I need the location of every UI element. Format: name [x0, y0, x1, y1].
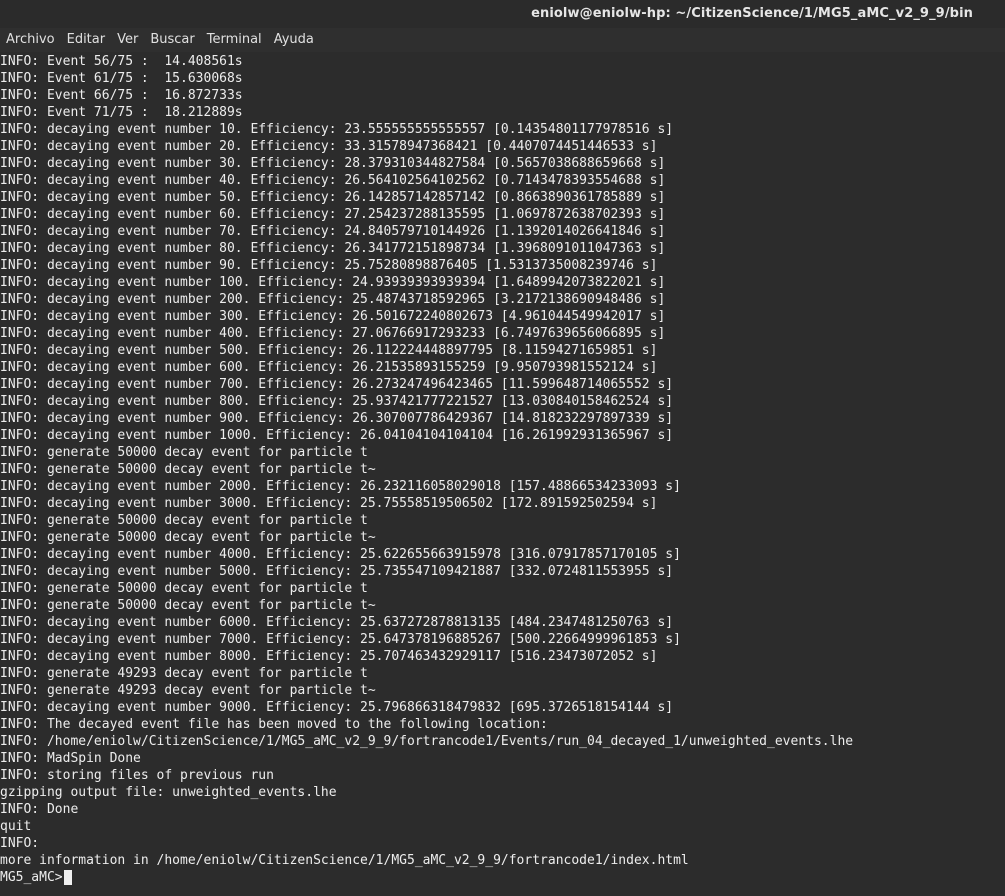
- terminal-line: INFO: decaying event number 60. Efficien…: [0, 207, 666, 222]
- terminal-output: INFO: Event 56/75 : 14.408561s INFO: Even…: [0, 52, 1005, 869]
- terminal-line: INFO: decaying event number 7000. Effici…: [0, 632, 681, 647]
- terminal-line: INFO: decaying event number 50. Efficien…: [0, 190, 666, 205]
- terminal-line: INFO: generate 50000 decay event for par…: [0, 513, 368, 528]
- menu-bar: Archivo Editar Ver Buscar Terminal Ayuda: [0, 28, 1005, 52]
- shell-prompt: MG5_aMC>: [0, 870, 63, 885]
- terminal-line: INFO: decaying event number 600. Efficie…: [0, 360, 658, 375]
- terminal-line: INFO: generate 50000 decay event for par…: [0, 445, 368, 460]
- terminal-line: INFO: The decayed event file has been mo…: [0, 717, 548, 732]
- terminal-line: INFO: decaying event number 40. Efficien…: [0, 173, 666, 188]
- terminal-line: INFO: decaying event number 100. Efficie…: [0, 275, 666, 290]
- terminal-line: INFO: decaying event number 800. Efficie…: [0, 394, 674, 409]
- menu-buscar[interactable]: Buscar: [144, 29, 200, 51]
- terminal-line: INFO: /home/eniolw/CitizenScience/1/MG5_…: [0, 734, 854, 749]
- window-titlebar[interactable]: eniolw@eniolw-hp: ~/CitizenScience/1/MG5…: [0, 0, 1005, 28]
- menu-ver[interactable]: Ver: [111, 29, 144, 51]
- terminal-line: INFO: Event 61/75 : 15.630068s: [0, 71, 243, 86]
- terminal-line: INFO: generate 49293 decay event for par…: [0, 683, 376, 698]
- terminal-line: INFO: decaying event number 400. Efficie…: [0, 326, 666, 341]
- terminal-line: INFO: generate 50000 decay event for par…: [0, 462, 376, 477]
- terminal-line: INFO: Event 56/75 : 14.408561s: [0, 54, 243, 69]
- terminal-line: INFO:: [0, 836, 47, 851]
- terminal-line: INFO: decaying event number 80. Efficien…: [0, 241, 666, 256]
- menu-terminal[interactable]: Terminal: [201, 29, 268, 51]
- terminal-line: INFO: decaying event number 20. Efficien…: [0, 139, 658, 154]
- terminal-line: INFO: decaying event number 500. Efficie…: [0, 343, 658, 358]
- terminal-line: INFO: generate 49293 decay event for par…: [0, 666, 368, 681]
- terminal-line: INFO: decaying event number 300. Efficie…: [0, 309, 666, 324]
- terminal-line: INFO: generate 50000 decay event for par…: [0, 598, 376, 613]
- window-title: eniolw@eniolw-hp: ~/CitizenScience/1/MG5…: [531, 6, 973, 21]
- terminal-line: INFO: decaying event number 2000. Effici…: [0, 479, 681, 494]
- terminal-line: INFO: decaying event number 30. Efficien…: [0, 156, 666, 171]
- terminal-line: INFO: MadSpin Done: [0, 751, 141, 766]
- terminal-line: INFO: decaying event number 9000. Effici…: [0, 700, 674, 715]
- terminal-line: gzipping output file: unweighted_events.…: [0, 785, 337, 800]
- terminal-line: INFO: decaying event number 5000. Effici…: [0, 564, 674, 579]
- terminal-line: INFO: decaying event number 8000. Effici…: [0, 649, 658, 664]
- menu-ayuda[interactable]: Ayuda: [268, 29, 320, 51]
- menu-editar[interactable]: Editar: [61, 29, 112, 51]
- terminal-line: more information in /home/eniolw/Citizen…: [0, 853, 689, 868]
- terminal-line: INFO: generate 50000 decay event for par…: [0, 530, 376, 545]
- terminal-line: INFO: decaying event number 10. Efficien…: [0, 122, 674, 137]
- menu-archivo[interactable]: Archivo: [0, 29, 61, 51]
- terminal-line: INFO: storing files of previous run: [0, 768, 274, 783]
- terminal-line: INFO: decaying event number 4000. Effici…: [0, 547, 681, 562]
- terminal-line: INFO: Event 66/75 : 16.872733s: [0, 88, 243, 103]
- terminal-line: INFO: decaying event number 70. Efficien…: [0, 224, 666, 239]
- terminal-line: INFO: generate 50000 decay event for par…: [0, 581, 368, 596]
- terminal-line: INFO: Done: [0, 802, 79, 817]
- terminal-line: INFO: decaying event number 900. Efficie…: [0, 411, 674, 426]
- text-cursor: [63, 870, 72, 885]
- terminal-line: INFO: Event 71/75 : 18.212889s: [0, 105, 243, 120]
- terminal-area[interactable]: INFO: Event 56/75 : 14.408561s INFO: Even…: [0, 52, 1005, 896]
- prompt-line[interactable]: MG5_aMC>: [0, 869, 1005, 886]
- terminal-line: INFO: decaying event number 3000. Effici…: [0, 496, 658, 511]
- terminal-line: INFO: decaying event number 700. Efficie…: [0, 377, 674, 392]
- terminal-line: INFO: decaying event number 90. Efficien…: [0, 258, 658, 273]
- terminal-line: INFO: decaying event number 6000. Effici…: [0, 615, 674, 630]
- terminal-line: INFO: decaying event number 1000. Effici…: [0, 428, 674, 443]
- terminal-line: quit: [0, 819, 32, 834]
- terminal-line: INFO: decaying event number 200. Efficie…: [0, 292, 666, 307]
